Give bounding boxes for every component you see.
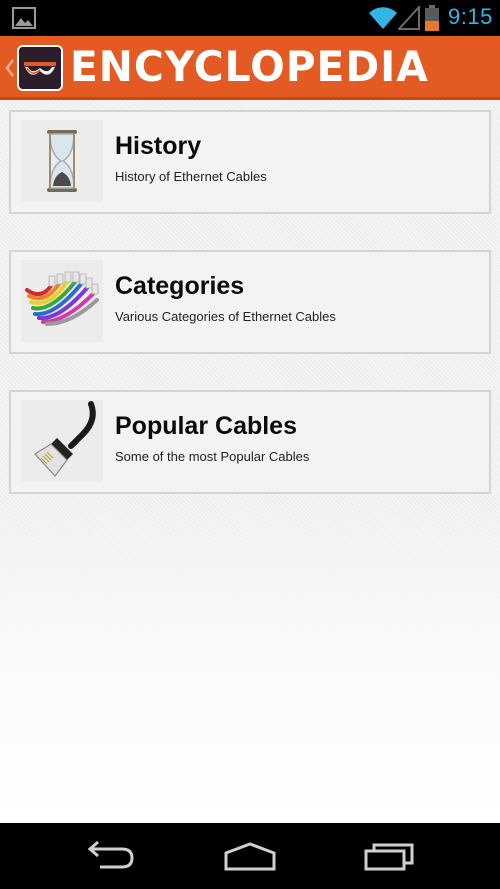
list-item-subtitle: Various Categories of Ethernet Cables — [115, 309, 336, 324]
list-item-popular-cables[interactable]: Popular Cables Some of the most Popular … — [9, 390, 491, 494]
signal-icon — [396, 4, 420, 30]
list-item-subtitle: History of Ethernet Cables — [115, 169, 267, 184]
content-list: History History of Ethernet Cables Categ… — [0, 100, 500, 823]
wifi-icon — [368, 6, 398, 30]
navigation-bar — [0, 823, 500, 889]
status-bar: 9:15 — [0, 0, 500, 36]
up-navigation-icon[interactable] — [5, 58, 15, 78]
list-item-title: History — [115, 132, 202, 160]
hourglass-icon — [21, 120, 103, 202]
list-item-history[interactable]: History History of Ethernet Cables — [9, 110, 491, 214]
colored-cables-icon — [21, 260, 103, 342]
page-title: ENCYCLOPEDIA — [70, 42, 429, 91]
ethernet-plug-icon — [21, 400, 103, 482]
screen: 9:15 ENCYCLOPEDIA History History of Eth… — [0, 0, 500, 889]
home-icon[interactable] — [220, 839, 280, 873]
list-item-title: Categories — [115, 272, 245, 300]
status-clock: 9:15 — [448, 4, 493, 29]
gallery-icon — [12, 7, 36, 29]
list-item-subtitle: Some of the most Popular Cables — [115, 449, 310, 464]
list-item-title: Popular Cables — [115, 412, 297, 440]
action-bar: ENCYCLOPEDIA — [0, 36, 500, 100]
battery-icon — [425, 5, 439, 31]
app-logo[interactable] — [17, 45, 63, 91]
back-icon[interactable] — [82, 839, 142, 873]
list-item-categories[interactable]: Categories Various Categories of Etherne… — [9, 250, 491, 354]
recents-icon[interactable] — [360, 839, 420, 873]
